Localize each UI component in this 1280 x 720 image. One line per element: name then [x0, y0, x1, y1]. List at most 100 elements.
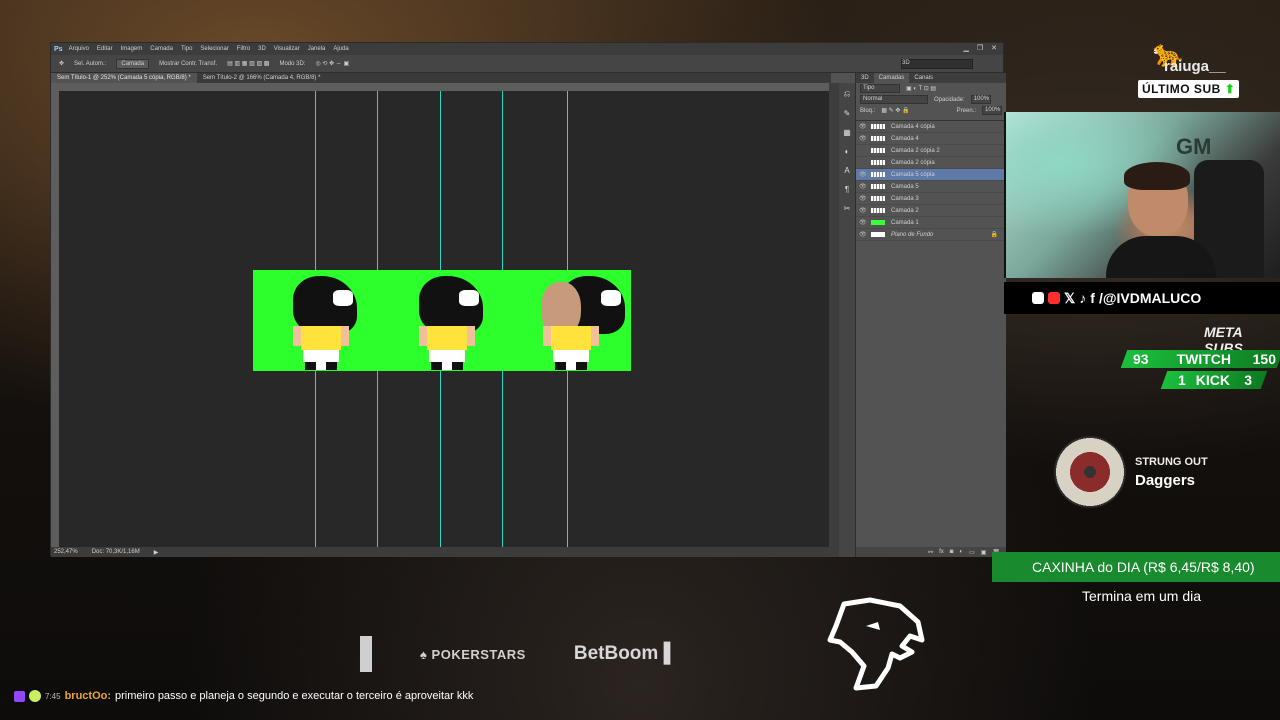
- streamer: [1106, 162, 1216, 278]
- tab-canais[interactable]: Canais: [909, 73, 938, 83]
- furia-panther-logo: [827, 597, 925, 691]
- layers-panel-footer: ⚯ fx ◙ ◐ ▭ ▣ 🗑: [856, 547, 1006, 557]
- lock-icons[interactable]: ▦ ✎ ✥ 🔒: [881, 107, 909, 114]
- blend-mode-dropdown[interactable]: Normal: [860, 95, 928, 104]
- photoshop-window: Ps Arquivo Editar Imagem Camada Tipo Sel…: [50, 42, 1006, 557]
- layer-row[interactable]: 👁 Camada 4 cópia: [856, 121, 1006, 133]
- options-bar: ✥ Sel. Autom.: Camada Mostrar Contr. Tra…: [51, 55, 1003, 73]
- character-icon[interactable]: A: [844, 166, 849, 175]
- align-icons[interactable]: ▤ ▥ ▦ ▧ ▨ ▩: [227, 60, 269, 67]
- layer-row[interactable]: 👁 Camada 1: [856, 217, 1006, 229]
- layer-name: Camada 3: [891, 195, 919, 202]
- caxinha-banner: CAXINHA do DIA (R$ 6,45/R$ 8,40): [992, 552, 1280, 582]
- wall-logo: GM: [1176, 134, 1212, 159]
- menu-janela[interactable]: Janela: [308, 46, 326, 52]
- layer-name: Camada 5: [891, 183, 919, 190]
- layer-row[interactable]: 👁 Camada 5: [856, 181, 1006, 193]
- menu-filtro[interactable]: Filtro: [237, 46, 250, 52]
- eye-icon[interactable]: 👁: [859, 231, 867, 238]
- eye-icon[interactable]: 👁: [859, 219, 867, 226]
- green-banner-artwork[interactable]: [253, 270, 631, 371]
- youtube-icon: [1048, 292, 1060, 304]
- menu-imagem[interactable]: Imagem: [121, 46, 143, 52]
- chat-time: 7:45: [45, 691, 61, 701]
- filter-icons[interactable]: ▣ ◐ T ⊡ ▤: [906, 85, 936, 92]
- doc-size: Doc: 70,3K/1,16M: [91, 549, 140, 555]
- vertical-ruler: [51, 91, 59, 547]
- menu-visualizar[interactable]: Visualizar: [274, 46, 300, 52]
- layer-thumbnail: [871, 184, 885, 189]
- minimize-icon[interactable]: ▁: [963, 43, 968, 55]
- transform-controls-checkbox[interactable]: Mostrar Contr. Transf.: [159, 61, 217, 67]
- eye-icon[interactable]: 👁: [859, 123, 867, 130]
- document-canvas[interactable]: [59, 91, 829, 547]
- fill-input[interactable]: 100%: [982, 106, 1002, 115]
- tab-document-1[interactable]: Sem Título-1 @ 252% (Camada 5 cópia, RGB…: [51, 73, 197, 83]
- layer-thumbnail: [871, 196, 885, 201]
- eye-icon[interactable]: 👁: [859, 207, 867, 214]
- move-tool-icon[interactable]: ✥: [59, 60, 64, 67]
- menu-arquivo[interactable]: Arquivo: [69, 46, 89, 52]
- layer-thumbnail: [871, 220, 885, 225]
- layer-name: Camada 2 cópia: [891, 159, 935, 166]
- status-bar: 252,47% Doc: 70,3K/1,16M ▶: [51, 547, 831, 557]
- eye-icon[interactable]: 👁: [859, 171, 867, 178]
- menu-tipo[interactable]: Tipo: [181, 46, 192, 52]
- tab-camadas[interactable]: Camadas: [873, 73, 910, 83]
- menu-bar: Ps Arquivo Editar Imagem Camada Tipo Sel…: [51, 43, 1003, 55]
- layer-filter-dropdown[interactable]: Tipo: [860, 84, 900, 93]
- zoom-level[interactable]: 252,47%: [54, 549, 78, 555]
- status-arrow-icon[interactable]: ▶: [154, 549, 159, 556]
- workspace-select[interactable]: 3D: [901, 58, 973, 69]
- layer-name: Plano de Fundo: [891, 231, 934, 238]
- layer-row[interactable]: Camada 2 cópia: [856, 157, 1006, 169]
- avatar: [29, 690, 41, 702]
- adjustments-icon[interactable]: ◐: [845, 147, 850, 156]
- menu-ajuda[interactable]: Ajuda: [333, 46, 348, 52]
- close-icon[interactable]: ✕: [991, 43, 997, 55]
- tools-icon[interactable]: ✂: [844, 204, 851, 213]
- paragraph-icon[interactable]: ¶: [845, 185, 849, 194]
- arrow-up-icon: ⬆: [1224, 82, 1236, 96]
- caxinha-ends: Termina em um dia: [1082, 588, 1202, 604]
- mask-icon[interactable]: ◙: [950, 549, 954, 555]
- link-icon[interactable]: ⚯: [928, 549, 933, 556]
- sponsor-logo-bar: [360, 636, 372, 672]
- layer-thumbnail: [871, 136, 885, 141]
- menu-editar[interactable]: Editar: [97, 46, 113, 52]
- eye-icon[interactable]: 👁: [859, 195, 867, 202]
- tab-3d[interactable]: 3D: [856, 73, 874, 83]
- eye-icon[interactable]: 👁: [859, 135, 867, 142]
- layer-row[interactable]: 👁 Camada 4: [856, 133, 1006, 145]
- twitch-current: 93: [1133, 351, 1149, 367]
- layer-row[interactable]: 👁 Camada 2: [856, 205, 1006, 217]
- brush-icon[interactable]: ✎: [844, 109, 851, 118]
- menu-3d[interactable]: 3D: [258, 46, 266, 52]
- instagram-icon: [1032, 292, 1044, 304]
- auto-select-checkbox[interactable]: Sel. Autom.:: [74, 61, 106, 67]
- fx-icon[interactable]: fx: [939, 549, 944, 555]
- social-bar: 𝕏 ♪ f /@IVDMALUCO: [1004, 282, 1280, 314]
- eye-icon[interactable]: 👁: [859, 183, 867, 190]
- restore-icon[interactable]: ❐: [977, 43, 983, 55]
- group-icon[interactable]: ▭: [969, 549, 975, 556]
- layer-name: Camada 4: [891, 135, 919, 142]
- layer-row[interactable]: 👁 Plano de Fundo 🔒: [856, 229, 1006, 241]
- layer-row[interactable]: Camada 2 cópia 2: [856, 145, 1006, 157]
- layer-row-selected[interactable]: 👁 Camada 5 cópia: [856, 169, 1006, 181]
- history-icon[interactable]: ⎌: [844, 89, 850, 99]
- menu-selecionar[interactable]: Selecionar: [200, 46, 228, 52]
- opacity-input[interactable]: 100%: [970, 95, 991, 104]
- vertical-scrollbar[interactable]: [829, 83, 839, 557]
- last-sub-name: raiuga__: [1164, 58, 1226, 75]
- layer-select-dropdown[interactable]: Camada: [116, 58, 150, 69]
- layer-thumbnail: [871, 124, 885, 129]
- tab-document-2[interactable]: Sem Título-2 @ 166% (Camada 4, RGB/8) *: [197, 73, 327, 83]
- adjustment-layer-icon[interactable]: ◐: [959, 549, 963, 555]
- menu-camada[interactable]: Camada: [150, 46, 173, 52]
- new-layer-icon[interactable]: ▣: [981, 549, 987, 556]
- layer-row[interactable]: 👁 Camada 3: [856, 193, 1006, 205]
- panther-sprite: [287, 276, 363, 370]
- swatches-icon[interactable]: ▦: [843, 128, 851, 137]
- 3d-tools-icons[interactable]: ◎ ⟲ ✥ ⇔ ▣: [315, 60, 349, 67]
